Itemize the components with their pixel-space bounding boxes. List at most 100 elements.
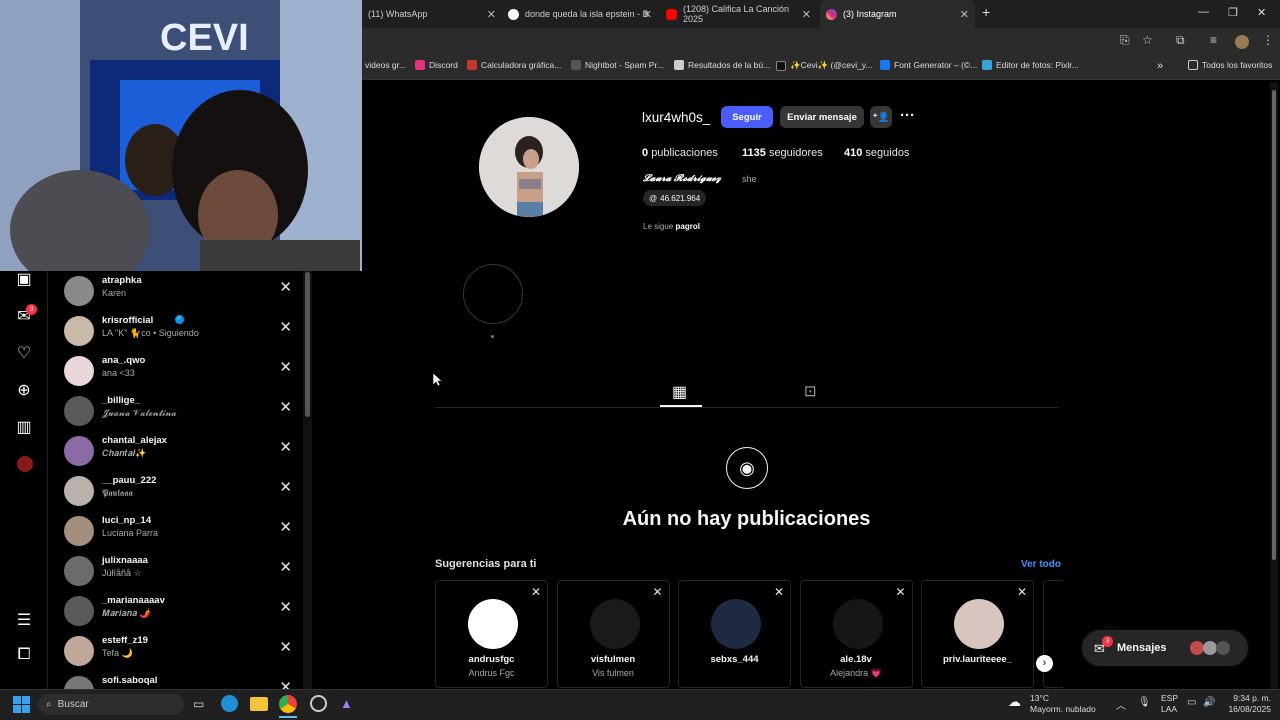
follow-button[interactable]: Seguir	[721, 106, 773, 128]
suggest-people-button[interactable]: ⁺👤	[870, 106, 892, 128]
list-item[interactable]: sofi.saboqal ✕	[62, 672, 302, 689]
taskbar-search[interactable]: ⌕ Buscar	[38, 694, 184, 715]
tab-whatsapp[interactable]: (11) WhatsApp ✕	[362, 0, 502, 28]
install-icon[interactable]: ⎘	[1120, 33, 1130, 48]
clock-time[interactable]: 9:34 p. m.	[1225, 693, 1271, 703]
suggestion-card[interactable]: ✕ sebxs_444	[678, 580, 791, 688]
tab-google-search[interactable]: donde queda la isla epstein - B ✕	[502, 0, 658, 28]
see-all-link[interactable]: Ver todo	[1021, 559, 1061, 570]
suggestion-avatar[interactable]	[954, 599, 1004, 649]
suggestion-card[interactable]: ✕ ale.18v Alejandra 💗	[799, 580, 913, 688]
bookmark-videos[interactable]: videos gr...	[365, 60, 406, 70]
page-scrollbar-thumb[interactable]	[1272, 90, 1276, 560]
remove-icon[interactable]: ✕	[279, 598, 292, 616]
suggestion-avatar[interactable]	[711, 599, 761, 649]
suggestion-username[interactable]: ale.18v	[801, 654, 912, 665]
window-close-icon[interactable]: ✕	[1257, 6, 1266, 19]
clock-date[interactable]: 16/08/2025	[1219, 704, 1271, 714]
list-item[interactable]: ana_.qwo ana <33 ✕	[62, 352, 302, 390]
language-region[interactable]: LAA	[1161, 704, 1177, 714]
list-item[interactable]: atraphka Karen ✕	[62, 272, 302, 310]
bookmark-fontgen[interactable]: Font Generator – (©...	[880, 60, 977, 70]
bookmark-calculator[interactable]: Calculadora gráfica...	[467, 60, 561, 70]
suggestion-card[interactable]: ✕ priv.lauriteeee_	[921, 580, 1034, 688]
weather-temp[interactable]: 13°C	[1030, 693, 1049, 703]
new-tab-icon[interactable]: +	[982, 4, 990, 20]
dismiss-icon[interactable]: ✕	[652, 585, 662, 599]
media-icon[interactable]: ≡	[1210, 33, 1217, 47]
tab-youtube[interactable]: (1208) Califica La Canción 2025 ✕	[660, 0, 817, 28]
profile-icon[interactable]	[17, 456, 33, 472]
bookmark-tiktok[interactable]: ✨Cevi✨ (@cevi_y...	[776, 60, 873, 71]
minimize-icon[interactable]: —	[1198, 6, 1209, 18]
heart-icon[interactable]: ♡	[14, 343, 34, 363]
list-item[interactable]: esteff_z19 Tefa 🌙 ✕	[62, 632, 302, 670]
microphone-icon[interactable]: 🎙	[1138, 697, 1151, 708]
reels-icon[interactable]: ▣	[14, 269, 34, 289]
suggestion-avatar[interactable]	[589, 599, 640, 649]
remove-icon[interactable]: ✕	[279, 558, 292, 576]
suggestion-username[interactable]: sebxs_444	[679, 654, 790, 665]
obs-icon[interactable]	[310, 695, 327, 712]
followers-stat[interactable]: 1135 seguidores	[742, 147, 823, 159]
suggestion-card[interactable]: ✕ andrusfgc Andrus Fgc	[435, 580, 548, 688]
also-from-meta-icon[interactable]: ⧠	[14, 646, 34, 664]
edge-icon[interactable]	[221, 695, 238, 712]
chevron-right-icon[interactable]: »	[1157, 60, 1163, 72]
all-favorites[interactable]: Todos los favoritos	[1188, 60, 1272, 70]
create-icon[interactable]: ⊕	[14, 380, 34, 400]
suggestion-card[interactable]: ✕ visfulmen Vis fulmen	[556, 580, 670, 688]
app-icon[interactable]: ▲	[340, 696, 353, 711]
list-item[interactable]: _marianaaaav 𝑴𝒂𝒓𝒊𝒂𝒏𝒂 🌶️ ✕	[62, 592, 302, 630]
file-explorer-icon[interactable]	[250, 697, 268, 711]
next-arrow-icon[interactable]: ›	[1036, 655, 1053, 672]
remove-icon[interactable]: ✕	[279, 278, 292, 296]
suggestion-avatar[interactable]	[468, 599, 518, 649]
list-item[interactable]: krisrofficial ✓ LA "K" 🐈co • Siguiendo ✕	[62, 312, 302, 350]
list-item[interactable]: chantal_alejax 𝑪𝒉𝒂𝒏𝒕𝒂𝒍✨ ✕	[62, 432, 302, 470]
suggestion-avatar[interactable]	[832, 599, 883, 649]
task-view-icon[interactable]: ▭	[193, 697, 204, 711]
close-icon[interactable]: ✕	[802, 8, 811, 21]
extensions-icon[interactable]: ⧉	[1176, 33, 1185, 48]
bookmark-pixlr[interactable]: Editor de fotos: Pixlr...	[982, 60, 1079, 70]
weather-desc[interactable]: Mayorm. nublado	[1030, 704, 1096, 714]
dismiss-icon[interactable]: ✕	[531, 585, 541, 599]
send-message-button[interactable]: Enviar mensaje	[780, 106, 864, 128]
close-icon[interactable]: ✕	[960, 8, 969, 21]
remove-icon[interactable]: ✕	[279, 478, 292, 496]
grid-tab-icon[interactable]: ▦	[672, 382, 687, 402]
dashboard-icon[interactable]: ▥	[14, 417, 34, 437]
menu-icon[interactable]: ☰	[14, 610, 34, 630]
volume-icon[interactable]: 🔊	[1203, 697, 1215, 708]
list-scrollbar-thumb[interactable]	[305, 272, 310, 417]
suggestion-username[interactable]: andrusfgc	[436, 654, 547, 665]
bookmark-results[interactable]: Resultados de la bú...	[674, 60, 770, 70]
list-item[interactable]: _billige_ 𝓙𝓾𝓪𝓷𝓪 𝓥𝓪𝓵𝓮𝓷𝓽𝓲𝓷𝓪 ✕	[62, 392, 302, 430]
close-icon[interactable]: ✕	[487, 8, 496, 21]
network-icon[interactable]: ▭	[1187, 697, 1196, 708]
list-item[interactable]: julixnaaaa Jüłîåñå ☆ ✕	[62, 552, 302, 590]
tab-instagram[interactable]: (3) Instagram ✕	[820, 0, 975, 28]
more-options-icon[interactable]: ···	[900, 107, 915, 124]
maximize-icon[interactable]: ❐	[1228, 6, 1238, 19]
suggestion-username[interactable]: visfulmen	[558, 654, 669, 665]
star-icon[interactable]: ☆	[1142, 33, 1153, 47]
tagged-tab-icon[interactable]: ⊡	[804, 382, 817, 400]
followed-by[interactable]: Le sigue pagrol	[643, 222, 700, 231]
menu-icon[interactable]: ⋮	[1262, 33, 1274, 47]
close-icon[interactable]: ✕	[643, 8, 652, 21]
language-code[interactable]: ESP	[1161, 693, 1178, 703]
remove-icon[interactable]: ✕	[279, 398, 292, 416]
chevron-up-icon[interactable]: ︿	[1116, 697, 1126, 712]
suggestion-username[interactable]: priv.lauriteeee_	[922, 654, 1033, 665]
dismiss-icon[interactable]: ✕	[895, 585, 905, 599]
remove-icon[interactable]: ✕	[279, 638, 292, 656]
profile-avatar[interactable]	[479, 117, 579, 217]
dismiss-icon[interactable]: ✕	[1017, 585, 1027, 599]
remove-icon[interactable]: ✕	[279, 678, 292, 689]
remove-icon[interactable]: ✕	[279, 438, 292, 456]
remove-icon[interactable]: ✕	[279, 358, 292, 376]
windows-start-icon[interactable]	[13, 696, 30, 713]
list-item[interactable]: __pauu_222 𝕻𝖆𝖚𝖑𝖆𝖆𝖆 ✕	[62, 472, 302, 510]
